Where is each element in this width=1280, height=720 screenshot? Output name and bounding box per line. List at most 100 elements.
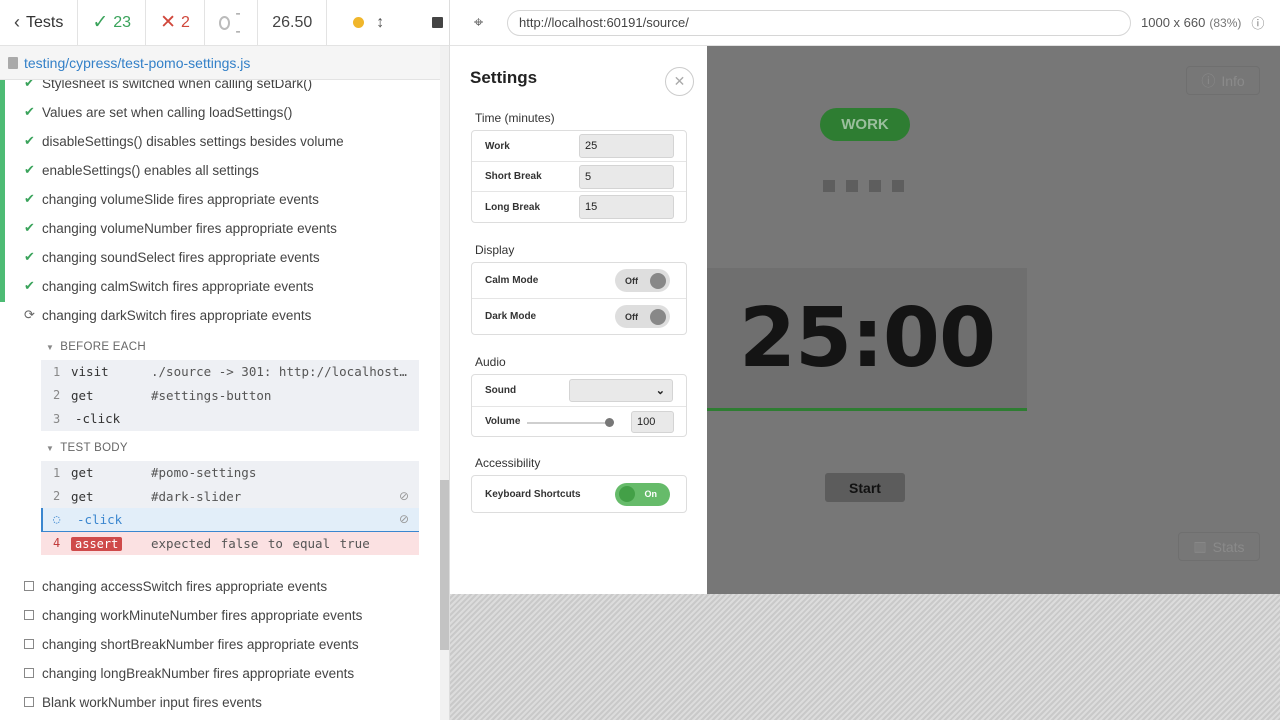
test-item[interactable]: changing accessSwitch fires appropriate … [24,575,327,597]
test-title: changing accessSwitch fires appropriate … [42,578,328,594]
eye-slash-icon[interactable]: ⊘ [399,512,409,526]
dark-mode-toggle[interactable]: Off [615,305,670,328]
run-controls: ↕ [327,0,449,45]
sound-row: Sound ⌄ [472,375,686,407]
work-minutes-input[interactable]: 25 [579,134,674,158]
keyboard-shortcuts-toggle[interactable]: On [615,482,670,506]
test-item[interactable]: ✔ disableSettings() disables settings bes… [24,130,344,152]
work-label: WORK [841,116,889,133]
command-row-active[interactable]: ◌ -click ⊘ [41,508,419,532]
test-item-running[interactable]: ⟳ changing darkSwitch fires appropriate e… [24,304,311,326]
reporter-panel: ‹ Tests ✓ 23 ✕ 2 -- 26.50 ↕ ✔ Stylesheet… [0,0,450,720]
volume-slider-track[interactable] [527,421,609,424]
info-icon: ⓘ [1201,72,1216,89]
checkbox-icon [24,639,34,649]
reporter-header: ‹ Tests ✓ 23 ✕ 2 -- 26.50 ↕ [0,0,449,46]
command-name: get [71,488,94,504]
pomodoro-dot [869,180,881,192]
test-item[interactable]: changing workMinuteNumber fires appropri… [24,604,362,626]
test-item[interactable]: ✔ enableSettings() enables all settings [24,159,259,181]
long-break-input[interactable]: 15 [579,195,674,219]
duration: 26.50 [258,0,328,45]
accessibility-settings-group: Keyboard Shortcuts On [471,475,687,513]
checkbox-icon [24,697,34,707]
start-button[interactable]: Start [825,473,905,502]
test-item[interactable]: ✔ Values are set when calling loadSetting… [24,101,292,123]
test-item[interactable]: ✔ changing volumeNumber fires appropriate… [24,217,337,239]
test-title: changing workMinuteNumber fires appropri… [42,607,363,623]
tests-button[interactable]: ‹ Tests [0,0,79,45]
settings-panel: Settings ✕ Time (minutes) Work 25 Short … [450,46,707,594]
checkbox-icon [24,668,34,678]
info-button[interactable]: ⓘ Info [1186,66,1260,95]
running-indicator-icon [353,17,365,28]
checkbox-icon [24,581,34,591]
volume-slider-knob[interactable] [604,417,614,427]
file-icon [8,56,18,69]
chevron-left-icon: ‹ [14,12,20,32]
test-item[interactable]: ✔ changing volumeSlide fires appropriate … [24,188,319,210]
volume-number-input[interactable]: 100 [631,410,674,433]
pomodoro-dot [892,180,904,192]
time-section-label: Time (minutes) [475,111,555,125]
command-name: get [71,387,94,403]
time-settings-group: Work 25 Short Break 5 Long Break 15 [471,130,687,223]
calm-mode-label: Calm Mode [485,275,539,286]
command-message: #dark-slider [151,488,242,504]
command-row[interactable]: 1 visit ./source -> 301: http://localhost:… [41,360,419,384]
app-under-test: ⓘ Info WORK 25:00 Start ▥ Stats Settings ✕… [450,46,1280,594]
chevron-down-icon: ⌄ [655,385,665,397]
spec-file-link[interactable]: testing/cypress/test-pomo-settings.js [24,55,250,71]
scrollbar-thumb[interactable] [440,480,449,650]
close-icon[interactable]: ✕ [665,67,694,96]
test-item[interactable]: Blank workNumber input fires events [24,691,262,713]
test-body-hook[interactable]: ▼ TEST BODY [46,442,128,454]
eye-slash-icon[interactable]: ⊘ [399,489,409,503]
short-break-input[interactable]: 5 [579,164,674,189]
command-row[interactable]: 2 get #settings-button [41,384,419,408]
work-status-badge: WORK [820,108,910,141]
failed-value: 2 [180,13,190,31]
command-row[interactable]: 2 get #dark-slider ⊘ [41,484,419,508]
test-item[interactable]: ✔ changing calmSwitch fires appropriate e… [24,275,314,297]
stats-label: Stats [1212,538,1245,555]
cypress-runner: ‹ Tests ✓ 23 ✕ 2 -- 26.50 ↕ ✔ Stylesheet… [0,0,1280,720]
timer-display: 25:00 [707,268,1027,411]
test-title: changing shortBreakNumber fires appropri… [42,636,359,652]
toggle-state: Off [625,275,638,286]
info-circle-icon[interactable]: ⓘ [1251,13,1264,32]
command-message: ./source -> 301: http://localhost:60191/… [151,364,413,380]
check-icon: ✔ [24,220,35,235]
stop-icon[interactable] [432,17,444,28]
sound-select[interactable]: ⌄ [569,379,673,402]
command-row-failed[interactable]: 4 assert expected false to equal true [41,531,419,555]
dark-mode-label: Dark Mode [485,311,537,322]
pending-value: -- [235,4,241,40]
calm-mode-row: Calm Mode Off [472,263,686,299]
selector-playground-icon[interactable]: ⌖ [450,13,507,33]
calm-mode-toggle[interactable]: Off [615,269,670,292]
command-row[interactable]: 1 get #pomo-settings [41,461,419,485]
url-bar[interactable]: http://localhost:60191/source/ [507,9,1131,36]
test-title: enableSettings() enables all settings [42,162,259,178]
accessibility-section-label: Accessibility [475,456,541,470]
test-item[interactable]: changing shortBreakNumber fires appropri… [24,633,359,655]
command-number: 3 [53,411,61,426]
test-item[interactable]: changing longBreakNumber fires appropria… [24,662,354,684]
checkbox-icon [24,610,34,620]
command-message: #pomo-settings [151,465,257,481]
test-title: changing soundSelect fires appropriate e… [42,249,320,265]
info-label: Info [1221,72,1245,89]
test-title: changing calmSwitch fires appropriate ev… [42,278,314,294]
stats-button[interactable]: ▥ Stats [1178,532,1260,561]
assert-badge: assert [71,536,123,551]
bar-chart-icon: ▥ [1193,538,1207,554]
viewport-scale: (83%) [1209,15,1242,30]
keyboard-shortcuts-row: Keyboard Shortcuts On [472,476,686,512]
command-number: 2 [53,489,61,504]
auto-scroll-icon[interactable]: ↕ [376,14,384,32]
test-item[interactable]: ✔ changing soundSelect fires appropriate … [24,246,320,268]
pending-count: -- [205,0,259,45]
command-row[interactable]: 3 -click [41,407,419,431]
before-each-hook[interactable]: ▼ BEFORE EACH [46,341,146,353]
